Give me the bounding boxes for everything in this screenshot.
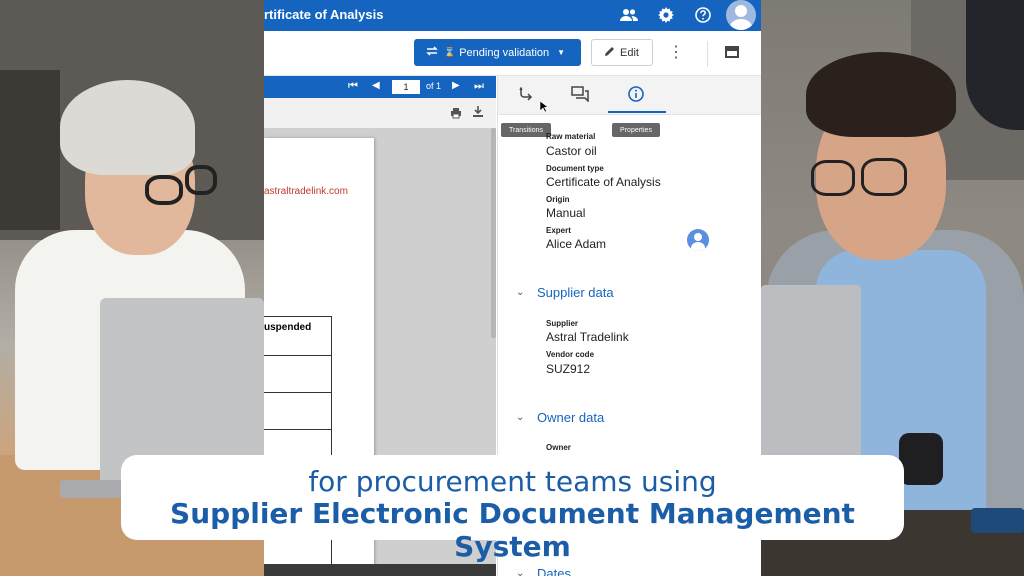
first-page-icon[interactable]: ⏮ xyxy=(348,80,358,93)
vendor-code-value: SUZ912 xyxy=(546,362,591,376)
action-toolbar: ⌛ Pending validation ▼ Edit ⋮ xyxy=(264,31,761,76)
viewer-scrollbar[interactable] xyxy=(491,128,496,338)
edit-button[interactable]: Edit xyxy=(591,39,653,66)
transition-icon xyxy=(426,45,438,60)
origin-value: Manual xyxy=(546,206,586,220)
raw-material-value: Castor oil xyxy=(546,144,597,158)
expert-label: Expert xyxy=(546,226,571,235)
table-header-cell: uspended xyxy=(264,322,312,333)
document-type-value: Certificate of Analysis xyxy=(546,175,661,189)
divider xyxy=(707,41,708,67)
viewer-toolbar xyxy=(264,98,496,129)
chevron-down-icon: ▼ xyxy=(557,48,566,57)
properties-tooltip: Properties xyxy=(612,123,660,137)
page-title: rtificate of Analysis xyxy=(264,7,384,22)
document-link: astraltradelink.com xyxy=(264,186,348,197)
origin-label: Origin xyxy=(546,195,570,204)
page-count: of 1 xyxy=(426,81,442,91)
app-bar: rtificate of Analysis xyxy=(264,0,761,31)
comments-icon[interactable] xyxy=(568,82,592,106)
help-icon[interactable] xyxy=(692,4,714,26)
status-dropdown-button[interactable]: ⌛ Pending validation ▼ xyxy=(414,39,581,66)
next-page-icon[interactable]: ▶ xyxy=(452,80,460,91)
print-icon[interactable] xyxy=(450,106,462,124)
edit-label: Edit xyxy=(620,46,639,59)
supplier-label: Supplier xyxy=(546,319,579,328)
page-number-input[interactable]: 1 xyxy=(392,80,420,94)
raw-material-label: Raw material xyxy=(546,132,596,141)
caption-line-2: Supplier Electronic Document Management … xyxy=(170,497,855,563)
bottom-bar xyxy=(264,564,496,576)
document-type-label: Document type xyxy=(546,164,604,173)
gear-icon[interactable] xyxy=(655,4,677,26)
previous-page-icon[interactable]: ◀ xyxy=(372,80,380,91)
last-page-icon[interactable]: ⏭ xyxy=(474,80,484,93)
expert-avatar[interactable] xyxy=(687,229,709,251)
chevron-down-icon[interactable]: ⌄ xyxy=(516,287,524,298)
more-options-icon[interactable]: ⋮ xyxy=(668,43,684,63)
status-label: Pending validation xyxy=(459,46,550,59)
side-panel-toggle-icon[interactable] xyxy=(725,46,739,58)
account-avatar[interactable] xyxy=(726,0,756,30)
people-icon[interactable] xyxy=(618,4,640,26)
transitions-icon[interactable] xyxy=(514,82,538,106)
viewer-navigation-bar: ⏮ ◀ 1 of 1 ▶ ⏭ xyxy=(264,76,496,98)
owner-label: Owner xyxy=(546,443,571,452)
supplier-value: Astral Tradelink xyxy=(546,330,629,344)
panel-tabs xyxy=(498,76,761,115)
info-icon[interactable] xyxy=(624,82,648,106)
supplier-section-title[interactable]: Supplier data xyxy=(537,285,614,300)
cursor-pointer-icon xyxy=(539,100,549,118)
transitions-tooltip: Transitions xyxy=(501,123,551,137)
owner-section-title[interactable]: Owner data xyxy=(537,410,604,425)
hourglass-icon: ⌛ xyxy=(444,47,456,57)
chevron-down-icon[interactable]: ⌄ xyxy=(516,412,524,423)
caption-line-1: for procurement teams using xyxy=(308,465,717,498)
download-icon[interactable] xyxy=(472,105,484,123)
dates-section-title[interactable]: Dates xyxy=(537,566,571,576)
pencil-icon xyxy=(604,46,615,60)
expert-value: Alice Adam xyxy=(546,237,607,251)
chevron-down-icon[interactable]: ⌄ xyxy=(516,568,524,576)
active-tab-indicator xyxy=(608,111,666,113)
caption-banner: for procurement teams using Supplier Ele… xyxy=(121,455,904,563)
vendor-code-label: Vendor code xyxy=(546,350,595,359)
